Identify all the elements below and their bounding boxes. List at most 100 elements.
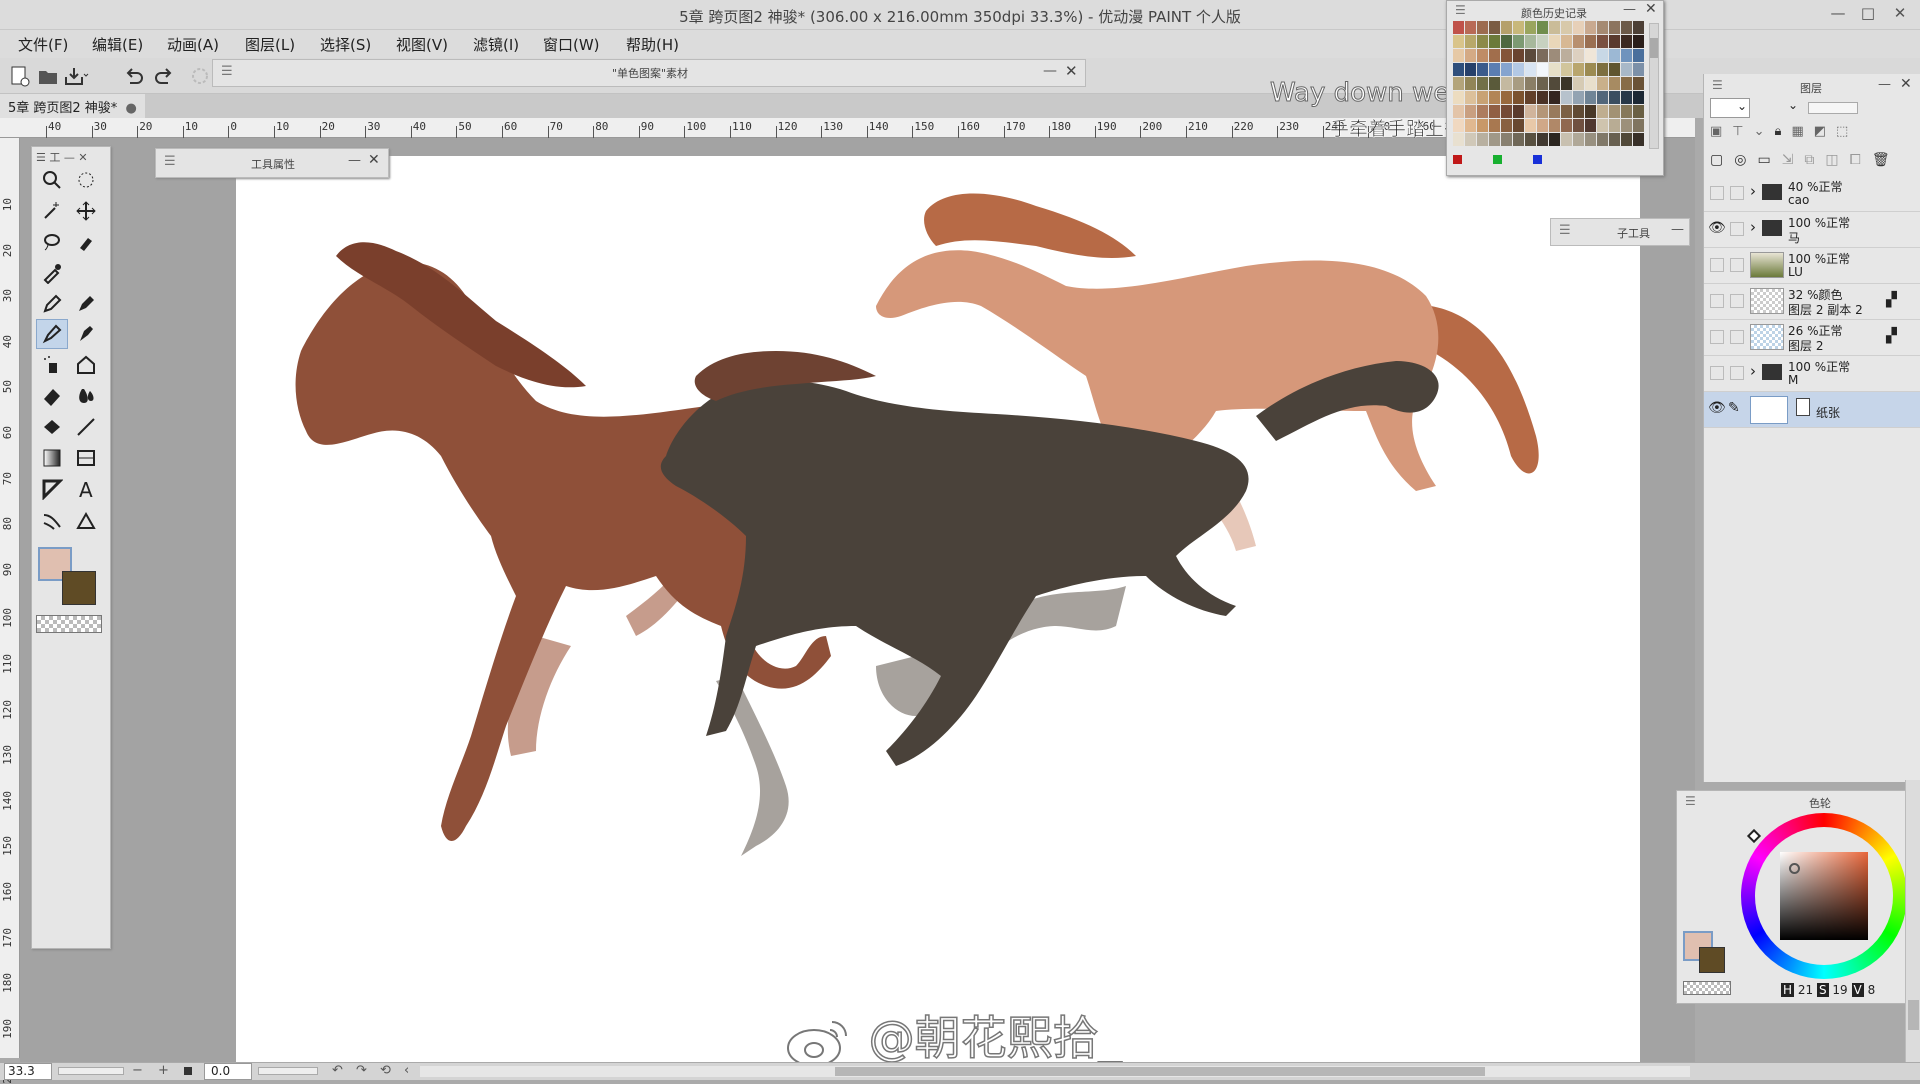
color-history-swatch[interactable] <box>1561 91 1572 104</box>
visibility-toggle[interactable] <box>1710 366 1724 380</box>
fit-stop-icon[interactable] <box>184 1067 192 1075</box>
chevron-right-icon[interactable]: › <box>1750 362 1756 380</box>
color-history-swatch[interactable] <box>1549 105 1560 118</box>
color-history-swatch[interactable] <box>1465 49 1476 62</box>
color-history-swatch[interactable] <box>1573 105 1584 118</box>
color-history-swatch[interactable] <box>1537 133 1548 146</box>
recent-color-swatch[interactable] <box>1453 155 1462 164</box>
menu-view[interactable]: 视图(V) <box>396 34 448 55</box>
color-history-swatch[interactable] <box>1489 91 1500 104</box>
menu-layer[interactable]: 图层(L) <box>245 34 295 55</box>
sv-cursor[interactable] <box>1789 863 1800 874</box>
color-history-swatch[interactable] <box>1525 63 1536 76</box>
color-history-swatch[interactable] <box>1501 49 1512 62</box>
color-history-swatch[interactable] <box>1537 119 1548 132</box>
edit-toggle[interactable] <box>1730 222 1744 236</box>
color-history-swatch[interactable] <box>1633 77 1644 90</box>
color-history-swatch[interactable] <box>1489 133 1500 146</box>
ruler-tool-icon[interactable] <box>70 505 102 535</box>
brush-icon[interactable] <box>36 319 68 349</box>
color-history-swatch[interactable] <box>1453 63 1464 76</box>
color-history-swatch[interactable] <box>1585 63 1596 76</box>
color-history-swatch[interactable] <box>1477 49 1488 62</box>
frame-border-icon[interactable] <box>70 443 102 473</box>
edit-toggle[interactable] <box>1730 258 1744 272</box>
visibility-toggle[interactable] <box>1710 330 1724 344</box>
merge-down-icon[interactable]: ⧉ <box>1804 152 1814 172</box>
scroll-left-icon[interactable]: ‹ <box>404 1063 409 1078</box>
layer-row[interactable]: 100 %正常 LU <box>1704 248 1920 284</box>
color-history-swatch[interactable] <box>1561 133 1572 146</box>
layer-color-icon[interactable]: ⬚ <box>1836 124 1848 144</box>
color-history-swatch[interactable] <box>1513 35 1524 48</box>
rotation-field[interactable]: 0.0 <box>204 1063 252 1080</box>
color-history-swatch[interactable] <box>1453 49 1464 62</box>
color-history-swatch[interactable] <box>1549 133 1560 146</box>
color-history-swatch[interactable] <box>1465 91 1476 104</box>
color-history-swatch[interactable] <box>1609 133 1620 146</box>
color-history-swatch[interactable] <box>1453 91 1464 104</box>
layer-row[interactable]: › 100 %正常 M <box>1704 356 1920 392</box>
color-history-swatch[interactable] <box>1621 133 1632 146</box>
color-history-swatch[interactable] <box>1633 63 1644 76</box>
panel-minimize-icon[interactable]: — <box>1623 2 1636 17</box>
color-history-swatch[interactable] <box>1549 119 1560 132</box>
color-history-swatch[interactable] <box>1525 21 1536 34</box>
layer-row[interactable]: 32 %颜色 图层 2 副本 2 ▞ <box>1704 284 1920 320</box>
color-history-swatch[interactable] <box>1465 119 1476 132</box>
color-history-swatch[interactable] <box>1501 63 1512 76</box>
color-history-swatch[interactable] <box>1489 63 1500 76</box>
undo-icon[interactable] <box>120 63 148 89</box>
color-history-swatch[interactable] <box>1585 91 1596 104</box>
layer-row[interactable]: 👁︎ › 100 %正常 马 <box>1704 212 1920 248</box>
color-history-swatch[interactable] <box>1453 35 1464 48</box>
color-history-swatch[interactable] <box>1633 49 1644 62</box>
color-history-swatch[interactable] <box>1585 49 1596 62</box>
color-history-swatch[interactable] <box>1489 105 1500 118</box>
eye-icon[interactable]: 👁︎ <box>1708 400 1726 416</box>
zoom-in-button[interactable]: + <box>158 1063 169 1078</box>
document-tab[interactable]: 5章 跨页图2 神骏* ● <box>0 94 145 118</box>
menu-edit[interactable]: 编辑(E) <box>92 34 143 55</box>
color-history-swatch[interactable] <box>1609 105 1620 118</box>
reference-layer-icon[interactable]: ▣ <box>1710 124 1722 144</box>
color-history-swatch[interactable] <box>1501 119 1512 132</box>
color-history-swatch[interactable] <box>1573 91 1584 104</box>
selection-pen-icon[interactable] <box>70 227 102 257</box>
figure-tool-icon[interactable] <box>36 474 68 504</box>
panel-minimize-icon[interactable]: — <box>1043 63 1057 79</box>
color-history-scrollbar[interactable] <box>1649 23 1659 149</box>
recent-color-swatch[interactable] <box>1493 155 1502 164</box>
color-history-swatch[interactable] <box>1465 63 1476 76</box>
color-history-swatch[interactable] <box>1597 21 1608 34</box>
sub-color-swatch[interactable] <box>62 571 96 605</box>
transparent-color-swatch[interactable] <box>36 615 102 633</box>
rotation-slider[interactable] <box>258 1067 318 1075</box>
panel-grip-icon[interactable]: ☰ <box>1455 3 1466 17</box>
chevron-down-icon[interactable]: ⌄ <box>1788 98 1798 112</box>
color-history-swatch[interactable] <box>1621 63 1632 76</box>
maximize-button[interactable]: □ <box>1856 4 1880 26</box>
color-history-swatch[interactable] <box>1477 21 1488 34</box>
text-tool-icon[interactable]: A <box>70 474 102 504</box>
zoom-tool-icon[interactable] <box>36 165 68 195</box>
color-history-swatch[interactable] <box>1513 105 1524 118</box>
menu-animation[interactable]: 动画(A) <box>167 34 219 55</box>
color-history-swatch[interactable] <box>1549 35 1560 48</box>
color-history-swatch[interactable] <box>1537 91 1548 104</box>
edit-toggle[interactable] <box>1730 366 1744 380</box>
chevron-right-icon[interactable]: › <box>1750 218 1756 236</box>
color-history-swatch[interactable] <box>1513 119 1524 132</box>
scrollbar-thumb[interactable] <box>1650 38 1658 58</box>
visibility-toggle[interactable] <box>1710 258 1724 272</box>
move-tool-icon[interactable] <box>70 196 102 226</box>
color-history-swatch[interactable] <box>1621 21 1632 34</box>
panel-grip-icon[interactable]: ☰ <box>1712 78 1723 92</box>
new-raster-layer-icon[interactable]: ▢ <box>1710 152 1723 172</box>
pen-edit-icon[interactable]: ✎ <box>1728 400 1740 416</box>
color-history-swatch[interactable] <box>1537 77 1548 90</box>
color-history-swatch[interactable] <box>1525 49 1536 62</box>
document-tab-modified-dot[interactable]: ● <box>125 101 136 116</box>
color-history-swatch[interactable] <box>1465 77 1476 90</box>
panel-minimize-icon[interactable]: — <box>1671 222 1684 237</box>
